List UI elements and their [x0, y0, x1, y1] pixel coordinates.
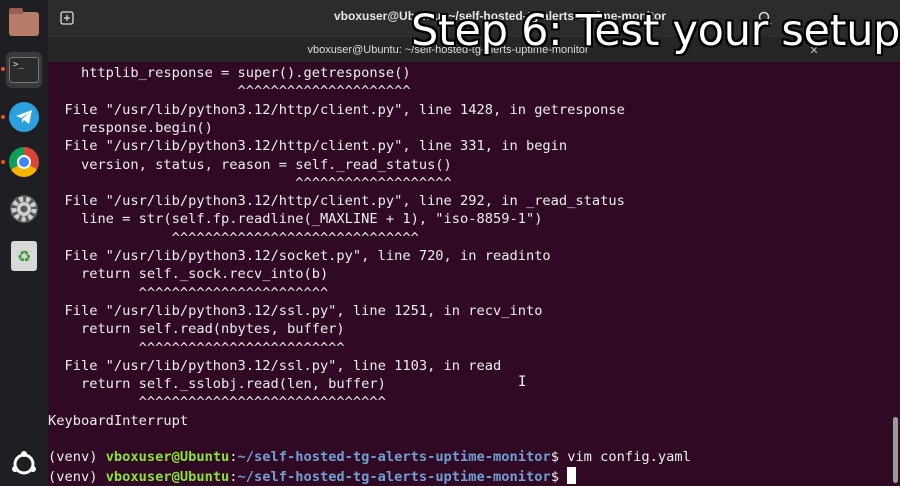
prompt-dollar: $ — [550, 449, 568, 466]
terminal-line: ^^^^^^^^^^^^^^^^^^^ — [48, 174, 452, 191]
terminal-line: ^^^^^^^^^^^^^^^^^^^^^^^ — [48, 284, 329, 301]
scrollbar[interactable] — [893, 417, 898, 483]
terminal-line: httplib_response = super().getresponse() — [48, 65, 411, 81]
terminal-line: File "/usr/lib/python3.12/http/client.py… — [48, 138, 568, 155]
dock: >_ ♻ — [0, 0, 48, 486]
terminal-icon: >_ — [9, 57, 39, 83]
prompt-line: (venv) vboxuser@Ubuntu:~/self-hosted-tg-… — [48, 448, 691, 466]
terminal-line: File "/usr/lib/python3.12/http/client.py… — [48, 101, 625, 118]
running-indicator — [1, 115, 5, 119]
terminal-line: ^^^^^^^^^^^^^^^^^^^^^^^^^^^^^^ — [48, 394, 386, 411]
terminal-line: return self._sock.recv_into(b) — [48, 266, 329, 283]
terminal-line: line = str(self.fp.readline(_MAXLINE + 1… — [48, 211, 543, 228]
dock-item-chrome[interactable] — [6, 144, 42, 180]
terminal-line: ^^^^^^^^^^^^^^^^^^^^^ — [48, 83, 411, 100]
prompt-venv: (venv) — [48, 468, 106, 485]
terminal-line: return self.read(nbytes, buffer) — [48, 321, 345, 338]
overlay-caption: Step 6: Test your setup — [411, 6, 900, 56]
terminal-line: response.begin() — [48, 119, 213, 136]
prompt-path: ~/self-hosted-tg-alerts-uptime-monitor — [237, 449, 551, 466]
prompt-path: ~/self-hosted-tg-alerts-uptime-monitor — [237, 468, 551, 485]
show-apps-icon — [12, 451, 36, 475]
folder-icon — [9, 8, 39, 36]
prompt-command: vim config.yaml — [567, 449, 691, 466]
terminal-cursor — [567, 466, 577, 484]
dock-item-files[interactable] — [6, 6, 42, 42]
prompt-separator: : — [229, 468, 238, 485]
running-indicator — [1, 67, 5, 71]
gear-icon — [10, 195, 38, 223]
chrome-icon — [9, 147, 39, 177]
prompt-separator: : — [229, 449, 238, 466]
terminal-line: ^^^^^^^^^^^^^^^^^^^^^^^^^^^^^^ — [48, 229, 419, 246]
prompt-user: vboxuser@Ubuntu — [105, 468, 230, 485]
trash-icon: ♻ — [11, 241, 37, 271]
prompt-line: (venv) vboxuser@Ubuntu:~/self-hosted-tg-… — [48, 466, 577, 485]
terminal-line: return self._sslobj.read(len, buffer) — [48, 376, 386, 393]
dock-item-settings[interactable] — [6, 191, 42, 227]
text-cursor-icon: I — [518, 374, 527, 390]
prompt-dollar: $ — [550, 468, 568, 485]
telegram-icon — [9, 102, 39, 132]
terminal-line: KeyboardInterrupt — [48, 412, 189, 429]
terminal-line: File "/usr/lib/python3.12/socket.py", li… — [48, 248, 551, 264]
terminal-line: File "/usr/lib/python3.12/ssl.py", line … — [48, 357, 502, 374]
new-tab-icon — [60, 11, 74, 25]
terminal-line: ^^^^^^^^^^^^^^^^^^^^^^^^^ — [48, 339, 345, 356]
terminal-line: File "/usr/lib/python3.12/http/client.py… — [48, 193, 625, 210]
prompt-user: vboxuser@Ubuntu — [105, 449, 230, 466]
dock-item-terminal[interactable]: >_ — [6, 52, 42, 88]
dock-item-show-apps[interactable] — [6, 446, 42, 482]
new-tab-button[interactable] — [54, 6, 80, 30]
terminal-view[interactable]: httplib_response = super().getresponse()… — [48, 62, 900, 486]
dock-item-telegram[interactable] — [6, 99, 42, 135]
prompt-venv: (venv) — [48, 449, 106, 466]
running-indicator — [1, 160, 5, 164]
dock-item-trash[interactable]: ♻ — [6, 238, 42, 274]
terminal-line: version, status, reason = self._read_sta… — [48, 156, 452, 173]
terminal-line: File "/usr/lib/python3.12/ssl.py", line … — [48, 302, 543, 319]
